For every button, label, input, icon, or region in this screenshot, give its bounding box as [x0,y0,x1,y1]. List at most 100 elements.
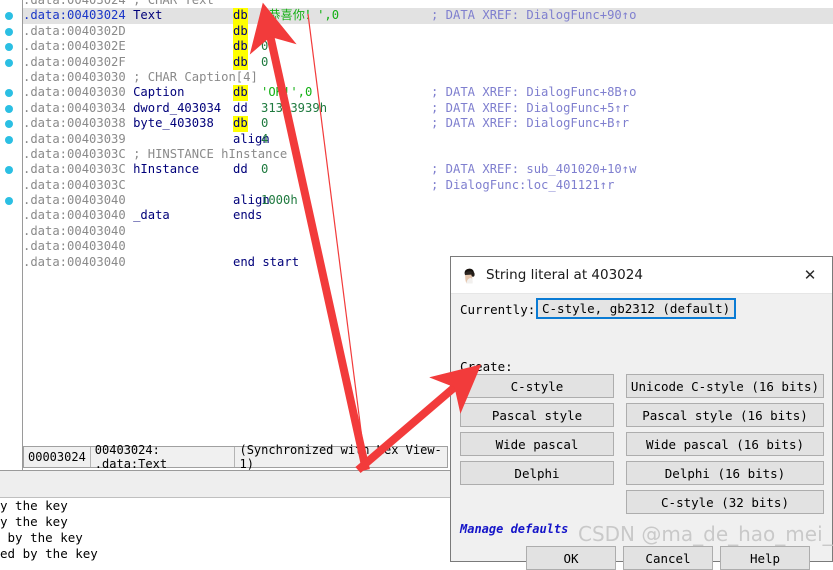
gutter-marker-dot[interactable] [5,197,13,206]
disasm-type-comment: ; HINSTANCE hInstance [125,146,288,161]
disasm-line[interactable]: .data:00403030 ; CHAR Caption[4] [23,70,833,85]
close-icon[interactable]: ✕ [788,257,832,292]
disasm-symbol[interactable]: hInstance [126,162,199,176]
disasm-line[interactable]: .data:00403030 Caption db 'OK!',0 ; DATA XR… [23,85,833,101]
gutter-marker-dot[interactable] [5,135,13,144]
disasm-operand[interactable]: 0 [261,39,268,54]
disasm-line[interactable]: .data:00403038 byte_403038 db 0 ; DATA XREF… [23,116,833,132]
disasm-operand[interactable]: 0 [261,162,268,177]
disasm-operand[interactable]: 1000h [261,193,298,208]
create-delphi-16-button[interactable]: Delphi (16 bits) [626,461,824,485]
disasm-symbol[interactable]: dword_403034 [126,101,221,115]
disasm-operand[interactable]: 0 [261,116,268,131]
disasm-line[interactable]: .data:00403040 [23,224,833,239]
disasm-mnemonic[interactable]: db [233,85,248,101]
create-label: Create: [460,359,513,374]
disasm-operand[interactable]: 0 [261,24,268,39]
disasm-xref-comment[interactable]: ; DATA XREF: DialogFunc+90↑o [431,8,636,23]
disasm-operand[interactable]: 'OK!',0 [261,85,312,100]
disasm-operand[interactable]: '恭喜你！',0 [261,8,339,23]
disasm-address: .data:0040302E [23,39,126,54]
disasm-address: .data:0040302F [23,54,126,69]
disasm-symbol[interactable]: Caption [126,85,184,99]
disasm-line[interactable]: .data:00403024 Text db '恭喜你！',0 ; DATA XREF… [23,8,833,24]
gutter-marker-dot[interactable] [5,12,13,21]
gutter-marker-dot[interactable] [5,58,13,67]
disasm-address: .data:0040303C hInstance [23,162,200,177]
create-pascal-style-button[interactable]: Pascal style [460,403,614,427]
string-literal-dialog: String literal at 403024 ✕ Currently: C-… [450,256,833,570]
create-wide-pascal-button[interactable]: Wide pascal [460,432,614,456]
create-unicode-c-style-16-button[interactable]: Unicode C-style (16 bits) [626,374,824,398]
disasm-address: .data:0040303C ; HINSTANCE hInstance [23,146,288,161]
disasm-address: .data:0040303C [23,177,126,192]
disasm-symbol[interactable]: Text [126,8,162,22]
disasm-mnemonic[interactable]: end start [233,255,299,270]
window-divider-strip [0,470,450,498]
gutter-marker-dot[interactable] [5,89,13,98]
currently-value[interactable]: C-style, gb2312 (default) [536,298,737,319]
disasm-xref-comment[interactable]: ; DATA XREF: DialogFunc+8B↑o [431,85,636,100]
create-pascal-style-16-button[interactable]: Pascal style (16 bits) [626,403,824,427]
gutter-marker-dot[interactable] [5,120,13,129]
bottom-text-panel[interactable]: y the key y the key by the key ed by the k… [0,497,450,563]
disasm-type-comment: ; CHAR Caption[4] [125,69,258,84]
disasm-line[interactable]: .data:00403034 dword_403034 dd 31383939h ; … [23,101,833,116]
ok-button[interactable]: OK [526,546,616,570]
disasm-address: .data:00403034 dword_403034 [23,100,222,115]
disasm-address: .data:00403030 ; CHAR Caption[4] [23,69,258,84]
disasm-mnemonic[interactable]: db [233,54,248,70]
currently-label: Currently: [460,302,536,317]
cancel-button[interactable]: Cancel [623,546,713,570]
disasm-operand[interactable]: 4 [261,132,268,147]
disasm-xref-comment[interactable]: ; DATA XREF: DialogFunc+B↑r [431,116,629,131]
disasm-line[interactable]: .data:0040302E db 0 [23,39,833,55]
status-bar: 00003024 00403024: .data:Text (Synchroni… [23,443,448,471]
manage-defaults-link[interactable]: Manage defaults [460,522,568,536]
disasm-line[interactable]: .data:0040302F db 0 [23,54,833,70]
disasm-address: .data:00403039 [23,131,126,146]
disasm-mnemonic[interactable]: db [233,39,248,55]
disasm-line[interactable]: .data:00403024 ; CHAR Text [23,0,833,8]
disasm-line[interactable]: .data:0040303C ; DialogFunc:loc_401121↑r [23,178,833,193]
gutter-marker-dot[interactable] [5,27,13,36]
disasm-mnemonic[interactable]: dd [233,162,248,177]
disasm-line[interactable]: .data:00403040 [23,239,833,254]
bottom-panel-line: y the key [0,514,68,529]
disasm-mnemonic[interactable]: ends [233,208,262,223]
disasm-mnemonic[interactable]: dd [233,101,248,116]
disasm-line[interactable]: .data:0040302D db 0 [23,23,833,40]
disasm-address: .data:00403040 [23,223,126,238]
gutter-marker-dot[interactable] [5,166,13,175]
disasm-address: .data:00403024 ; CHAR Text [23,0,214,8]
dialog-titlebar: String literal at 403024 ✕ [451,257,832,294]
disasm-address: .data:00403024 Text [23,8,163,23]
disasm-address: .data:00403040 [23,239,126,254]
disasm-mnemonic[interactable]: db [233,116,248,132]
disasm-mnemonic[interactable]: db [233,8,248,24]
create-c-style-32-button[interactable]: C-style (32 bits) [626,490,824,514]
disasm-line[interactable]: .data:0040303C hInstance dd 0 ; DATA XREF: … [23,162,833,177]
help-button[interactable]: Help [720,546,810,570]
disasm-line[interactable]: .data:00403040 _data ends [23,208,833,223]
disasm-xref-comment[interactable]: ; DATA XREF: sub_401020+10↑w [431,162,636,177]
disasm-mnemonic[interactable]: db [233,23,248,40]
disasm-type-comment: ; CHAR Text [125,0,214,7]
disasm-symbol[interactable]: byte_403038 [126,116,214,130]
disasm-symbol[interactable]: _data [126,208,170,222]
gutter-marker-dot[interactable] [5,43,13,52]
ida-gutter[interactable] [0,0,23,476]
gutter-marker-dot[interactable] [5,104,13,113]
disasm-xref-comment[interactable]: ; DialogFunc:loc_401121↑r [431,178,614,193]
disasm-line[interactable]: .data:00403039 align 4 [23,132,833,147]
create-wide-pascal-16-button[interactable]: Wide pascal (16 bits) [626,432,824,456]
disasm-operand[interactable]: 31383939h [261,101,327,116]
disasm-xref-comment[interactable]: ; DATA XREF: DialogFunc+5↑r [431,101,629,116]
create-delphi-button[interactable]: Delphi [460,461,614,485]
bottom-panel-line: by the key [0,530,83,545]
disasm-line[interactable]: .data:00403040 align 1000h [23,193,833,208]
disasm-operand[interactable]: 0 [261,55,268,70]
disasm-line[interactable]: .data:0040303C ; HINSTANCE hInstance [23,147,833,162]
create-c-style-button[interactable]: C-style [460,374,614,398]
bottom-panel-line: ed by the key [0,546,98,561]
